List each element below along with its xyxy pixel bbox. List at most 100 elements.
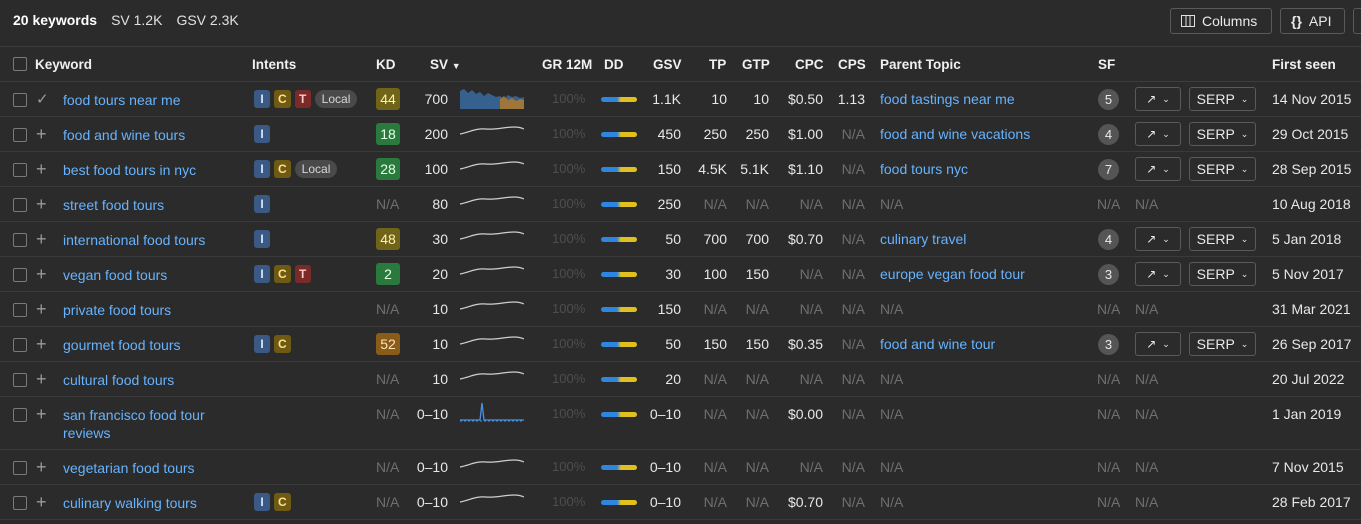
kd-value: N/A bbox=[376, 406, 400, 422]
growth-value: 100% bbox=[552, 231, 586, 246]
keyword-link[interactable]: vegetarian food tours bbox=[63, 459, 195, 477]
row-checkbox[interactable] bbox=[13, 233, 27, 247]
tp-value: N/A bbox=[703, 459, 727, 475]
sv-value: 0–10 bbox=[416, 406, 448, 422]
row-checkbox[interactable] bbox=[13, 268, 27, 282]
row-checkbox[interactable] bbox=[13, 496, 27, 510]
select-all-checkbox[interactable] bbox=[13, 57, 27, 71]
header-cps[interactable]: CPS bbox=[838, 57, 866, 72]
parent-topic-link[interactable]: food and wine vacations bbox=[880, 126, 1030, 142]
parent-topic-link[interactable]: food tours nyc bbox=[880, 161, 968, 177]
api-button[interactable]: {} API bbox=[1280, 8, 1345, 34]
gsv-value: 450 bbox=[657, 126, 681, 142]
tp-value: 250 bbox=[703, 126, 727, 142]
row-checkbox[interactable] bbox=[13, 128, 27, 142]
header-gtp[interactable]: GTP bbox=[742, 57, 770, 72]
add-keyword-icon[interactable]: + bbox=[36, 405, 47, 423]
row-checkbox[interactable] bbox=[13, 303, 27, 317]
gsv-value: 20 bbox=[665, 371, 681, 387]
keyword-link[interactable]: international food tours bbox=[63, 231, 205, 249]
header-gsv[interactable]: GSV bbox=[653, 57, 682, 72]
keyword-link[interactable]: cultural food tours bbox=[63, 371, 174, 389]
parent-topic-link[interactable]: food tastings near me bbox=[880, 91, 1015, 107]
add-keyword-icon[interactable]: + bbox=[36, 370, 47, 388]
intent-badge: I bbox=[254, 195, 270, 213]
row-checkbox[interactable] bbox=[13, 461, 27, 475]
trend-cell bbox=[460, 87, 524, 112]
add-keyword-icon[interactable]: + bbox=[36, 300, 47, 318]
serp-button[interactable]: SERP ⌄ bbox=[1189, 87, 1256, 111]
serp-label: SERP bbox=[1196, 126, 1235, 142]
row-checkbox[interactable] bbox=[13, 373, 27, 387]
position-history-button[interactable]: ↗ ⌄ bbox=[1135, 262, 1181, 286]
add-keyword-icon[interactable]: + bbox=[36, 335, 47, 353]
more-button[interactable] bbox=[1353, 8, 1361, 34]
row-checkbox[interactable] bbox=[13, 198, 27, 212]
growth-value: 100% bbox=[552, 336, 586, 351]
position-history-button[interactable]: ↗ ⌄ bbox=[1135, 87, 1181, 111]
tp-value: N/A bbox=[703, 301, 727, 317]
table-row: + international food tours I 48 30 100% 50 700 7… bbox=[0, 222, 1361, 257]
growth-value: 100% bbox=[552, 459, 586, 474]
position-history-button[interactable]: ↗ ⌄ bbox=[1135, 122, 1181, 146]
header-keyword[interactable]: Keyword bbox=[35, 57, 92, 72]
sv-value: 0–10 bbox=[416, 494, 448, 510]
row-checkbox[interactable] bbox=[13, 163, 27, 177]
cpc-value: $0.70 bbox=[787, 494, 823, 510]
header-gr12m[interactable]: GR 12M bbox=[542, 57, 592, 72]
add-keyword-icon[interactable]: + bbox=[36, 195, 47, 213]
keyword-link[interactable]: private food tours bbox=[63, 301, 171, 319]
keyword-link[interactable]: culinary walking tours bbox=[63, 494, 197, 512]
serp-button[interactable]: SERP ⌄ bbox=[1189, 122, 1256, 146]
add-keyword-icon[interactable]: + bbox=[36, 160, 47, 178]
header-sf[interactable]: SF bbox=[1098, 57, 1115, 72]
header-sv[interactable]: SV ▼ bbox=[430, 57, 461, 72]
parent-topic-link[interactable]: culinary travel bbox=[880, 231, 966, 247]
trend-sparkline bbox=[459, 126, 525, 135]
keyword-link[interactable]: street food tours bbox=[63, 196, 164, 214]
position-history-button[interactable]: ↗ ⌄ bbox=[1135, 227, 1181, 251]
keyword-link[interactable]: vegan food tours bbox=[63, 266, 167, 284]
parent-topic-link[interactable]: food and wine tour bbox=[880, 336, 995, 352]
parent-topic-link[interactable]: europe vegan food tour bbox=[880, 266, 1025, 282]
row-checkbox[interactable] bbox=[13, 93, 27, 107]
add-keyword-icon[interactable]: + bbox=[36, 265, 47, 283]
header-kd[interactable]: KD bbox=[376, 57, 396, 72]
header-parent-topic[interactable]: Parent Topic bbox=[880, 57, 961, 72]
row-checkbox[interactable] bbox=[13, 338, 27, 352]
serp-button[interactable]: SERP ⌄ bbox=[1189, 332, 1256, 356]
gtp-value: 5.1K bbox=[740, 161, 769, 177]
header-tp[interactable]: TP bbox=[709, 57, 726, 72]
serp-button[interactable]: SERP ⌄ bbox=[1189, 227, 1256, 251]
gtp-value: N/A bbox=[745, 494, 769, 510]
add-keyword-icon[interactable]: + bbox=[36, 493, 47, 511]
serp-button[interactable]: SERP ⌄ bbox=[1189, 262, 1256, 286]
keyword-link[interactable]: best food tours in nyc bbox=[63, 161, 196, 179]
row-checkbox[interactable] bbox=[13, 408, 27, 422]
columns-button[interactable]: Columns bbox=[1170, 8, 1272, 34]
header-cpc[interactable]: CPC bbox=[795, 57, 824, 72]
keyword-link[interactable]: food and wine tours bbox=[63, 126, 185, 144]
added-check-icon[interactable]: ✓ bbox=[36, 90, 49, 108]
position-history-button[interactable]: ↗ ⌄ bbox=[1135, 157, 1181, 181]
chevron-down-icon: ⌄ bbox=[1162, 128, 1170, 139]
header-intents[interactable]: Intents bbox=[252, 57, 296, 72]
intent-badge: Local bbox=[294, 160, 338, 178]
keyword-link[interactable]: san francisco food tour reviews bbox=[63, 406, 205, 442]
add-keyword-icon[interactable]: + bbox=[36, 125, 47, 143]
add-keyword-icon[interactable]: + bbox=[36, 230, 47, 248]
keyword-link[interactable]: food tours near me bbox=[63, 91, 181, 109]
parent-topic: N/A bbox=[880, 196, 904, 212]
cps-value: N/A bbox=[841, 494, 865, 510]
table-row: + street food tours I N/A 80 100% 250 N/A N/A N/A… bbox=[0, 187, 1361, 222]
header-first-seen[interactable]: First seen bbox=[1272, 57, 1336, 72]
add-keyword-icon[interactable]: + bbox=[36, 458, 47, 476]
position-history-button[interactable]: ↗ ⌄ bbox=[1135, 332, 1181, 356]
first-seen-date: 28 Sep 2015 bbox=[1272, 161, 1352, 177]
keyword-link[interactable]: gourmet food tours bbox=[63, 336, 181, 354]
sv-value: 10 bbox=[432, 336, 448, 352]
serp-button[interactable]: SERP ⌄ bbox=[1189, 157, 1256, 181]
table-row: + cultural food tours N/A 10 100% 20 N/A N/A N/A… bbox=[0, 362, 1361, 397]
sv-value: 20 bbox=[432, 266, 448, 282]
header-dd[interactable]: DD bbox=[604, 57, 624, 72]
